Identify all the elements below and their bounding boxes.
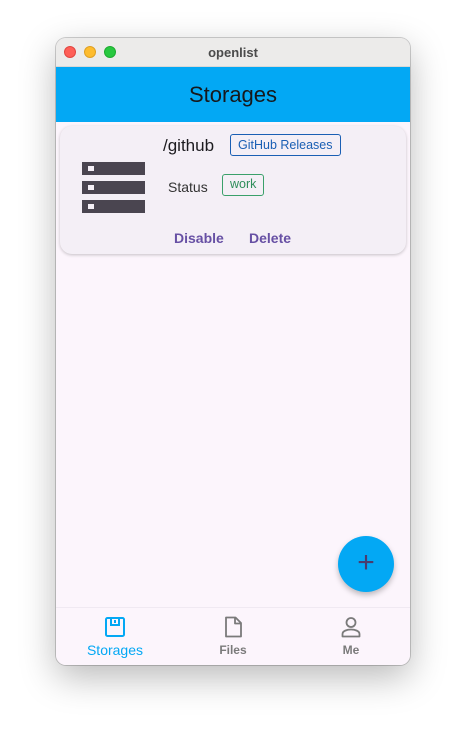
driver-badge: GitHub Releases (230, 134, 341, 156)
add-icon: + (357, 546, 375, 579)
storage-card[interactable]: /github GitHub Releases Status work Disa… (60, 126, 406, 254)
window-title: openlist (208, 45, 258, 60)
window-titlebar[interactable]: openlist (56, 38, 410, 67)
bottom-navigation: Storages Files Me (56, 607, 410, 665)
file-icon (225, 616, 242, 638)
disable-button[interactable]: Disable (174, 230, 224, 246)
nav-label-me: Me (342, 643, 360, 657)
status-label: Status (168, 179, 208, 195)
storage-nav-icon (105, 617, 125, 637)
app-bar: Storages (56, 67, 410, 122)
person-icon (341, 617, 361, 638)
nav-label-files: Files (219, 643, 247, 657)
app-window: openlist Storages /github GitHub Release… (56, 38, 410, 665)
nav-item-storages[interactable]: Storages (56, 608, 174, 665)
storage-icon (82, 162, 145, 214)
nav-item-files[interactable]: Files (174, 608, 292, 665)
add-storage-button[interactable]: + (338, 536, 394, 592)
storage-mount-path: /github (163, 136, 215, 155)
delete-button[interactable]: Delete (249, 230, 291, 246)
nav-item-me[interactable]: Me (292, 608, 410, 665)
nav-label-storages: Storages (86, 642, 144, 658)
page-title: Storages (188, 82, 278, 107)
status-badge: work (222, 174, 265, 196)
